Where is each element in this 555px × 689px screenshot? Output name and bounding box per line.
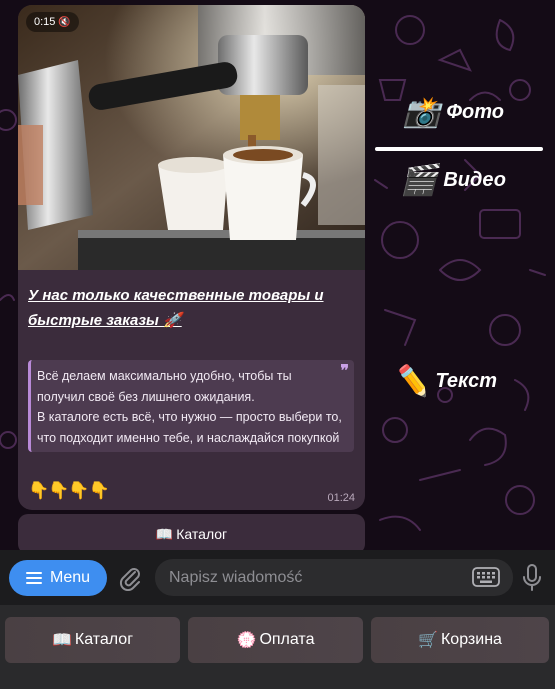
book-icon: 📖 — [155, 525, 174, 542]
keyboard-catalog-label: Каталог — [74, 631, 134, 648]
keyboard-payment-label: Оплата — [259, 631, 315, 648]
inline-catalog-label: Каталог — [176, 526, 228, 542]
keyboard-catalog-button[interactable]: 📖 Каталог — [5, 617, 180, 663]
paperclip-icon[interactable] — [118, 565, 142, 591]
message-input-bar: Menu — [0, 550, 555, 605]
camera-flash-icon: 📸 — [403, 96, 441, 129]
video-duration: 0:15 — [34, 16, 56, 28]
blockquote: ❞ Всё делаем максимально удобно, чтобы т… — [28, 360, 354, 452]
pointing-down-emojis: 👇👇👇👇 — [28, 481, 110, 500]
pencil-icon: ✏️ — [392, 365, 430, 398]
annotation-photo-label: Фото — [446, 101, 504, 123]
keyboard-icon[interactable] — [472, 567, 500, 587]
video-preview[interactable]: 0:15 🔇 — [18, 5, 365, 270]
annotation-video-label: Видео — [443, 169, 506, 191]
annotation-video: 🎬 Видео — [400, 163, 506, 198]
annotation-text-label: Текст — [435, 370, 497, 392]
inline-catalog-button[interactable]: 📖 Каталог — [18, 514, 365, 554]
menu-button[interactable]: Menu — [9, 560, 107, 596]
book-icon: 📖 — [51, 632, 72, 649]
annotation-photo: 📸 Фото — [403, 95, 504, 130]
clapper-board-icon: 🎬 — [400, 164, 438, 197]
mute-icon[interactable]: 🔇 — [58, 17, 70, 28]
message-input[interactable] — [155, 559, 513, 596]
keyboard-payment-button[interactable]: 💮 Оплата — [188, 617, 363, 663]
quote-line-1: Всё делаем максимально удобно, чтобы ты … — [37, 369, 292, 404]
microphone-icon[interactable] — [522, 564, 542, 592]
cart-icon: 🛒 — [418, 632, 438, 649]
flower-icon: 💮 — [236, 632, 257, 649]
coffee-machine-image — [18, 5, 365, 270]
keyboard-cart-label: Корзина — [440, 631, 502, 648]
annotation-text: ✏️ Текст — [392, 364, 497, 399]
message-headline: У нас только качественные товары и быстр… — [28, 287, 324, 329]
message-bubble[interactable]: 0:15 🔇 У нас только качественные товары и… — [18, 5, 365, 510]
hamburger-menu-icon — [25, 572, 42, 584]
menu-button-label: Menu — [49, 569, 91, 586]
annotation-divider — [375, 147, 543, 151]
message-time: 01:24 — [327, 492, 355, 504]
reply-keyboard: 📖 Каталог 💮 Оплата 🛒 Корзина — [0, 605, 555, 689]
video-duration-badge: 0:15 🔇 — [26, 12, 79, 32]
quote-line-2: В каталоге есть всё, что нужно — просто … — [37, 410, 342, 445]
keyboard-cart-button[interactable]: 🛒 Корзина — [371, 617, 549, 663]
quote-mark-icon: ❞ — [340, 363, 349, 380]
